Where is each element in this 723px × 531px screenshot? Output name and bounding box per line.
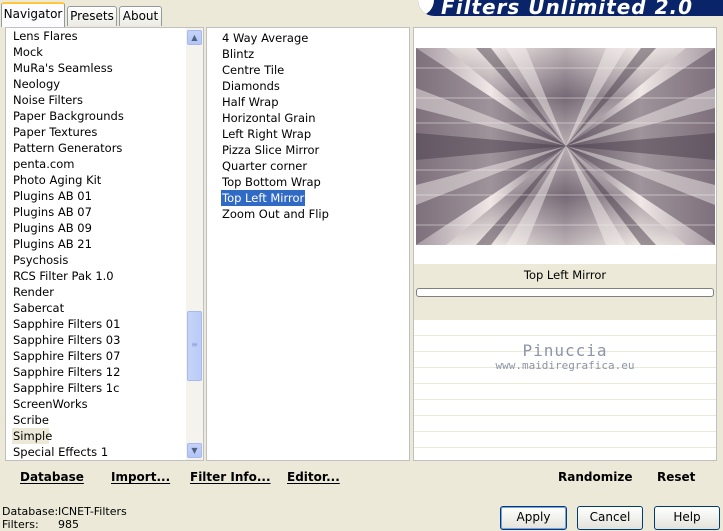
category-item[interactable]: Special Effects 1 <box>6 444 185 460</box>
filter-list[interactable]: 4 Way Average Blintz Centre Tile Diamonds Ha… <box>207 28 409 222</box>
import-button[interactable]: Import... <box>111 470 170 484</box>
filter-row[interactable]: Left Right Wrap <box>207 126 409 142</box>
filter-item[interactable]: Top Left Mirror <box>219 189 307 207</box>
category-item[interactable]: Plugins AB 21 <box>6 236 185 252</box>
database-label: Database: <box>2 505 59 518</box>
category-item[interactable]: Photo Aging Kit <box>6 172 185 188</box>
filter-row[interactable]: Diamonds <box>207 78 409 94</box>
category-item[interactable]: Sabercat <box>6 300 185 316</box>
category-item[interactable]: Scribe <box>6 412 185 428</box>
category-item[interactable]: penta.com <box>6 156 185 172</box>
filter-item[interactable]: Blintz <box>221 46 255 62</box>
filter-row[interactable]: Half Wrap <box>207 94 409 110</box>
category-list[interactable]: Lens Flares Mock MuRa's Seamless Neology Noi… <box>6 28 185 460</box>
database-value: ICNET-Filters <box>58 505 127 518</box>
filter-row[interactable]: Top Bottom Wrap <box>207 174 409 190</box>
filter-row[interactable]: Quarter corner <box>207 158 409 174</box>
category-item[interactable]: Plugins AB 09 <box>6 220 185 236</box>
tab-navigator[interactable]: Navigator <box>1 2 65 27</box>
filter-row[interactable]: Horizontal Grain <box>207 110 409 126</box>
preview-pattern <box>416 48 715 245</box>
category-item[interactable]: Plugins AB 01 <box>6 188 185 204</box>
editor-button[interactable]: Editor... <box>287 470 340 484</box>
category-item[interactable]: Noise Filters <box>6 92 185 108</box>
category-item[interactable]: Sapphire Filters 1c <box>6 380 185 396</box>
parameter-row <box>414 416 716 432</box>
parameter-row <box>414 400 716 416</box>
category-item[interactable]: Sapphire Filters 03 <box>6 332 185 348</box>
help-button[interactable]: Help <box>654 506 720 530</box>
chevron-up-icon[interactable]: ▲ <box>187 30 202 45</box>
toolbar: Database Import... Filter Info... Editor… <box>5 463 711 490</box>
parameter-row <box>414 384 716 400</box>
category-item[interactable]: Paper Textures <box>6 124 185 140</box>
preview-image <box>416 48 715 245</box>
database-button[interactable]: Database <box>20 470 84 484</box>
watermark-name: Pinuccia <box>522 341 608 360</box>
reset-button[interactable]: Reset <box>657 470 695 484</box>
category-item[interactable]: Render <box>6 284 185 300</box>
tab-bar: Navigator Presets About <box>0 0 420 27</box>
filters-count: 985 <box>58 518 79 531</box>
watermark-url: www.maidiregrafica.eu <box>495 359 635 372</box>
filter-item[interactable]: Top Bottom Wrap <box>221 174 322 190</box>
scrollbar-thumb[interactable]: ≡ <box>187 311 202 381</box>
filter-info-button[interactable]: Filter Info... <box>190 470 271 484</box>
category-item[interactable]: Sapphire Filters 12 <box>6 364 185 380</box>
filter-row[interactable]: Zoom Out and Flip <box>207 206 409 222</box>
category-item[interactable]: Simple <box>12 428 52 444</box>
apply-button[interactable]: Apply <box>500 506 567 530</box>
randomize-button[interactable]: Randomize <box>558 470 632 484</box>
filter-item[interactable]: Half Wrap <box>221 94 280 110</box>
preview-caption-bar: Top Left Mirror <box>414 264 716 320</box>
filter-item[interactable]: Horizontal Grain <box>221 110 317 126</box>
brand-title: Filters Unlimited 2.0 <box>441 0 693 16</box>
tab-about[interactable]: About <box>119 6 162 26</box>
category-list-panel[interactable]: Lens Flares Mock MuRa's Seamless Neology Noi… <box>5 27 204 461</box>
category-item[interactable]: Plugins AB 07 <box>6 204 185 220</box>
chevron-down-icon[interactable]: ▼ <box>187 443 202 458</box>
category-item[interactable]: Mock <box>6 44 185 60</box>
filter-item[interactable]: Left Right Wrap <box>221 126 312 142</box>
grip-icon: ≡ <box>191 340 198 349</box>
preview-panel: Top Left Mirror Pinuccia www.maidiregraf… <box>413 27 717 461</box>
parameter-row <box>414 432 716 448</box>
status-area: Database: ICNET-Filters Filters: 985 <box>2 505 127 531</box>
cancel-button[interactable]: Cancel <box>577 506 643 530</box>
parameter-area <box>414 320 716 448</box>
category-item[interactable]: ScreenWorks <box>6 396 185 412</box>
category-item[interactable]: Pattern Generators <box>6 140 185 156</box>
brand-banner: Filters Unlimited 2.0 <box>418 0 723 16</box>
filter-row[interactable]: Pizza Slice Mirror <box>207 142 409 158</box>
parameter-row <box>414 320 716 336</box>
category-item[interactable]: Psychosis <box>6 252 185 268</box>
tab-presets[interactable]: Presets <box>67 6 117 26</box>
filter-row[interactable]: 4 Way Average <box>207 30 409 46</box>
filter-item[interactable]: Zoom Out and Flip <box>221 206 330 222</box>
filter-row[interactable]: Centre Tile <box>207 62 409 78</box>
category-item[interactable]: Paper Backgrounds <box>6 108 185 124</box>
category-item[interactable]: Neology <box>6 76 185 92</box>
category-item[interactable]: Lens Flares <box>6 28 185 44</box>
filter-item[interactable]: 4 Way Average <box>221 30 309 46</box>
filter-item[interactable]: Quarter corner <box>221 158 308 174</box>
filter-row[interactable]: Blintz <box>207 46 409 62</box>
filter-item[interactable]: Diamonds <box>221 78 281 94</box>
filter-item[interactable]: Pizza Slice Mirror <box>221 142 320 158</box>
filter-row[interactable]: Top Left Mirror <box>207 189 409 207</box>
watermark: Pinuccia www.maidiregrafica.eu <box>414 341 716 372</box>
preview-caption: Top Left Mirror <box>523 268 607 282</box>
category-item[interactable]: RCS Filter Pak 1.0 <box>6 268 185 284</box>
category-item[interactable]: Sapphire Filters 07 <box>6 348 185 364</box>
category-item[interactable]: Sapphire Filters 01 <box>6 316 185 332</box>
filter-list-panel[interactable]: 4 Way Average Blintz Centre Tile Diamonds Ha… <box>206 27 410 461</box>
filters-label: Filters: <box>2 518 39 531</box>
progress-bar <box>416 288 714 297</box>
category-item[interactable]: MuRa's Seamless <box>6 60 185 76</box>
filter-item[interactable]: Centre Tile <box>221 62 285 78</box>
category-scrollbar[interactable]: ▲ ≡ ▼ <box>186 28 203 460</box>
